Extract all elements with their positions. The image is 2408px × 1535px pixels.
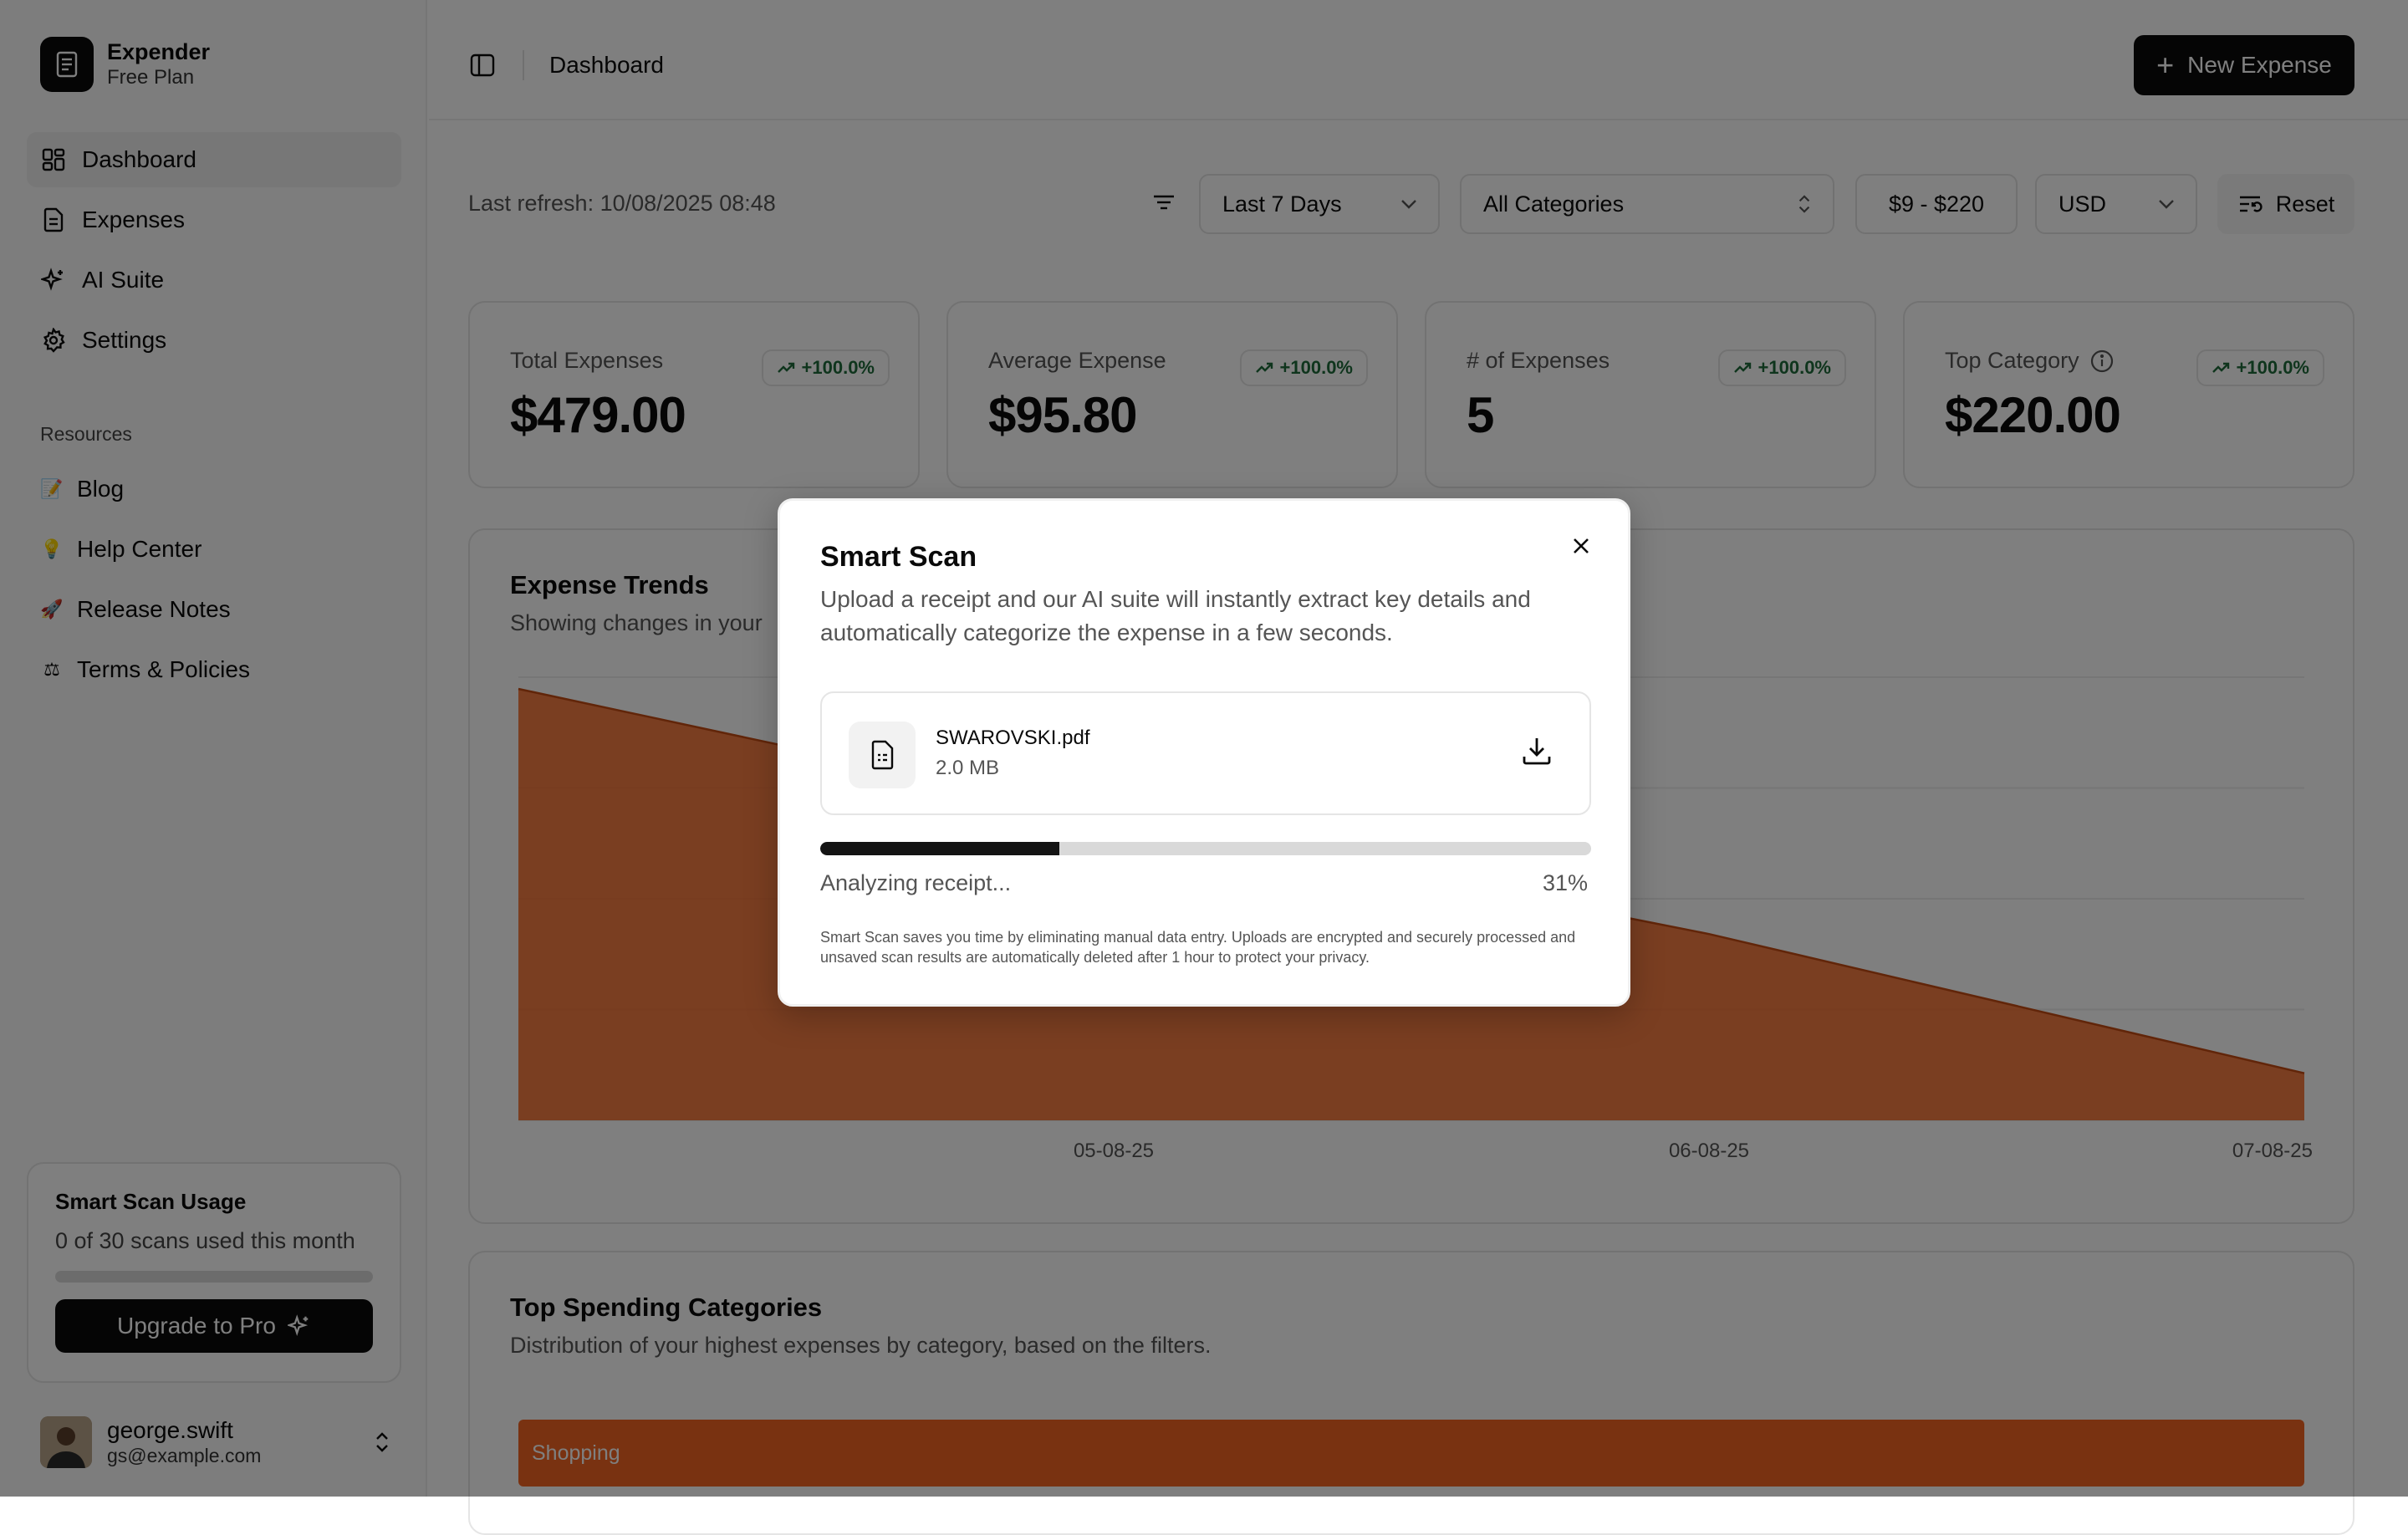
dialog-title: Smart Scan (820, 541, 977, 573)
file-icon (849, 722, 916, 788)
dialog-description: Upload a receipt and our AI suite will i… (820, 586, 1531, 645)
privacy-footnote: Smart Scan saves you time by eliminating… (820, 929, 1576, 966)
file-name: SWAROVSKI.pdf (936, 727, 1090, 749)
close-icon (1574, 538, 1589, 553)
download-button[interactable] (1521, 735, 1553, 767)
smart-scan-dialog: Smart Scan Upload a receipt and our AI s… (778, 498, 1630, 1007)
file-size: 2.0 MB (936, 757, 1000, 779)
scan-percent: 31% (1542, 870, 1588, 895)
scan-status: Analyzing receipt... (820, 870, 1012, 895)
scan-progress-track (820, 842, 1591, 855)
close-button[interactable] (1564, 529, 1598, 563)
download-icon (1523, 738, 1551, 765)
uploaded-file-card: SWAROVSKI.pdf 2.0 MB (820, 691, 1591, 815)
scan-progress-fill (820, 842, 1059, 855)
